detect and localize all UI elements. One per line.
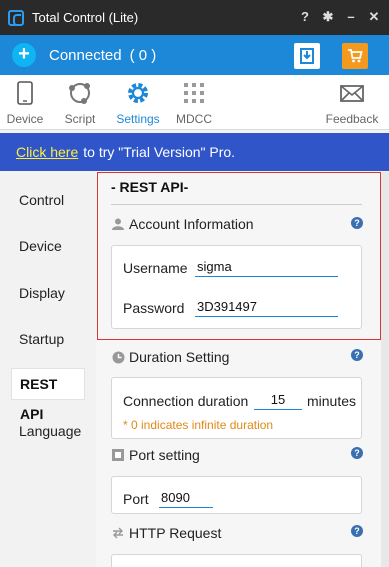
download-button[interactable]: [294, 43, 320, 69]
title-bar: Total Control (Lite) ? ✱ – ✕: [0, 0, 389, 35]
cart-icon: [348, 49, 363, 63]
duration-help-icon[interactable]: ?: [351, 349, 363, 361]
tab-feedback[interactable]: Feedback: [322, 79, 382, 127]
duration-label: Connection duration: [123, 393, 249, 409]
main-toolbar: Device Script Settings MDCC Feedback: [0, 75, 389, 130]
tab-mdcc[interactable]: MDCC: [172, 79, 216, 127]
connection-bar: + Connected ( 0 ): [0, 35, 389, 75]
tab-feedback-label: Feedback: [325, 112, 379, 126]
password-input[interactable]: [195, 297, 338, 317]
connection-count: ( 0 ): [129, 46, 157, 64]
port-help-icon[interactable]: ?: [351, 447, 363, 459]
sidebar-item-language[interactable]: Language: [19, 423, 81, 439]
port-label: Port: [123, 491, 149, 507]
scrollbar[interactable]: [381, 172, 389, 567]
http-heading: HTTP Request: [111, 525, 221, 541]
sidebar-item-display[interactable]: Display: [19, 285, 65, 301]
gear-icon[interactable]: ✱: [321, 9, 335, 25]
duration-unit: minutes: [307, 393, 357, 409]
trial-link[interactable]: Click here: [16, 144, 78, 160]
download-icon: [300, 48, 314, 64]
port-input[interactable]: [159, 488, 213, 508]
tab-settings-label: Settings: [116, 112, 160, 126]
sidebar-item-control[interactable]: Control: [19, 192, 64, 208]
tab-device-label: Device: [6, 112, 44, 126]
window-controls: ? ✱ – ✕: [298, 9, 381, 25]
port-heading: Port setting: [111, 447, 200, 463]
close-icon[interactable]: ✕: [367, 9, 381, 25]
duration-input[interactable]: [254, 390, 302, 410]
tab-device[interactable]: Device: [4, 79, 46, 127]
trial-banner: Click here to try "Trial Version" Pro.: [0, 133, 389, 171]
shop-button[interactable]: [342, 43, 368, 69]
section-title: - REST API-: [111, 179, 189, 195]
script-icon: [69, 83, 90, 104]
username-input[interactable]: [195, 257, 338, 277]
tab-script[interactable]: Script: [60, 79, 100, 127]
sidebar-item-rest-api[interactable]: REST API: [11, 368, 85, 422]
tab-settings[interactable]: Settings: [112, 79, 164, 127]
user-icon: [111, 217, 125, 231]
port-icon: [111, 448, 125, 462]
window-title: Total Control (Lite): [32, 10, 139, 25]
account-heading-label: Account Information: [129, 216, 254, 232]
grid-icon: [184, 83, 204, 103]
account-heading: Account Information: [111, 216, 254, 232]
app-logo-icon: [8, 9, 24, 26]
arrows-icon: [111, 526, 125, 540]
port-heading-label: Port setting: [129, 447, 200, 463]
clock-icon: [111, 350, 125, 364]
gear-icon: [128, 83, 148, 103]
duration-note: * 0 indicates infinite duration: [123, 418, 274, 432]
password-label: Password: [123, 300, 185, 316]
phone-icon: [17, 81, 33, 105]
http-heading-label: HTTP Request: [129, 525, 222, 541]
duration-heading: Duration Setting: [111, 349, 229, 365]
http-box: [111, 554, 362, 567]
http-help-icon[interactable]: ?: [351, 525, 363, 537]
tab-mdcc-label: MDCC: [176, 112, 212, 126]
add-device-button[interactable]: +: [12, 43, 36, 67]
tab-script-label: Script: [64, 112, 96, 126]
username-label: Username: [123, 260, 188, 276]
mail-icon: [340, 85, 364, 102]
minimize-icon[interactable]: –: [344, 9, 358, 25]
trial-text: to try "Trial Version" Pro.: [83, 144, 236, 160]
duration-heading-label: Duration Setting: [129, 349, 230, 365]
sidebar-item-device[interactable]: Device: [19, 238, 62, 254]
sidebar-item-startup[interactable]: Startup: [19, 331, 64, 347]
title-divider: [111, 204, 362, 205]
account-help-icon[interactable]: ?: [351, 217, 363, 229]
connection-status: Connected: [49, 46, 122, 64]
help-icon[interactable]: ?: [298, 9, 312, 25]
